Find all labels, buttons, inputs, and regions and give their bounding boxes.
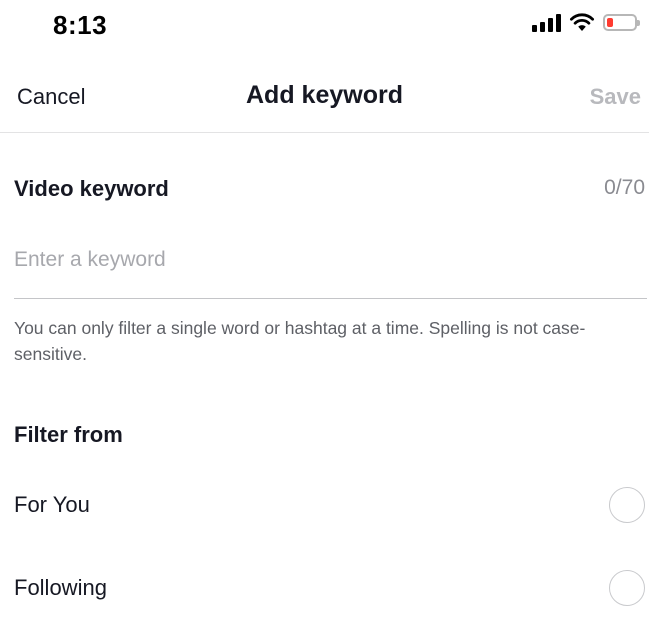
filter-option-for-you[interactable]: For You — [0, 479, 649, 535]
filter-option-following[interactable]: Following — [0, 562, 649, 618]
helper-text: You can only filter a single word or has… — [14, 318, 586, 364]
status-bar: 8:13 — [0, 0, 649, 50]
status-icons — [532, 12, 640, 32]
save-button[interactable]: Save — [590, 84, 641, 110]
option-label: For You — [14, 492, 90, 517]
option-label: Following — [14, 575, 107, 600]
radio-button[interactable] — [609, 570, 645, 606]
signal-icon — [532, 12, 561, 32]
radio-button[interactable] — [609, 487, 645, 523]
wifi-icon — [570, 13, 594, 31]
filter-from-label: Filter from — [14, 422, 123, 447]
page-title: Add keyword — [246, 81, 403, 109]
status-time: 8:13 — [53, 10, 108, 40]
battery-low-icon — [603, 13, 640, 31]
keyword-input[interactable] — [14, 240, 646, 280]
character-counter: 0/70 — [604, 176, 645, 199]
video-keyword-label: Video keyword — [14, 176, 169, 201]
input-divider — [14, 298, 647, 299]
navigation-bar: Cancel Add keyword Save — [0, 62, 649, 133]
